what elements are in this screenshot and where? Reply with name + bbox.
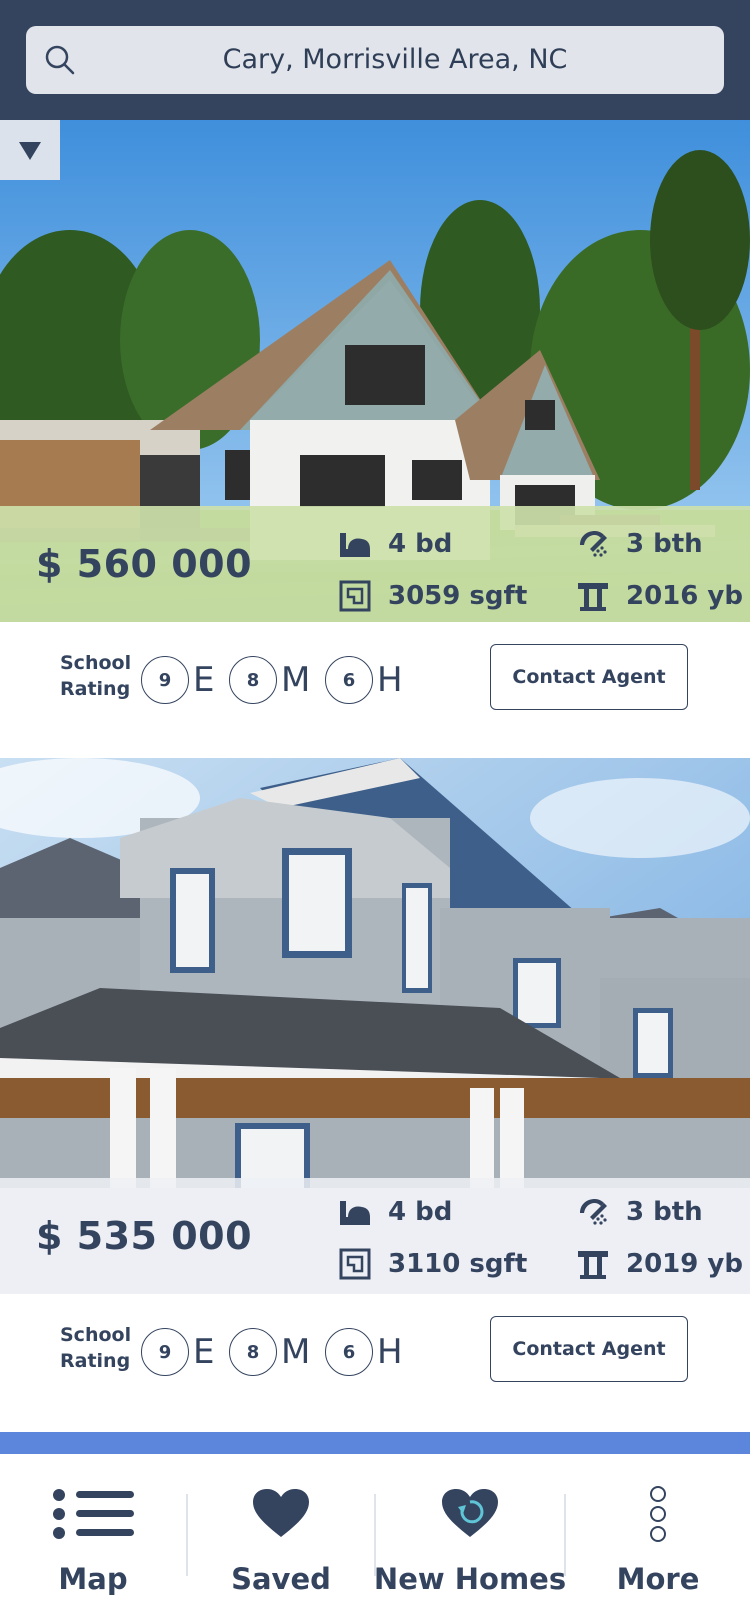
shower-icon <box>580 531 607 557</box>
search-query: Cary, Morrisville Area, NC <box>222 44 568 75</box>
rating-high: 6 H <box>325 1328 403 1376</box>
listing-stats: $ 535 000 4 bd 3 bth 3110 sgft 2019 yb <box>0 1178 750 1294</box>
nav-item-more[interactable]: More <box>566 1454 750 1619</box>
filter-dropdown-toggle[interactable] <box>0 120 60 180</box>
search-bar[interactable]: Cary, Morrisville Area, NC <box>26 26 724 94</box>
listing-card[interactable]: $ 560 000 4 bd 3 bth 3059 sgft 2016 yb S… <box>0 120 750 732</box>
shower-icon <box>580 1199 607 1225</box>
app-header: Cary, Morrisville Area, NC <box>0 0 750 120</box>
bed-icon <box>340 1201 370 1225</box>
baths-value: 3 bth <box>626 1197 703 1227</box>
beds-value: 4 bd <box>388 529 453 559</box>
nav-item-new-homes[interactable]: New Homes <box>373 1454 567 1619</box>
listing-price: $ 535 000 <box>36 1214 253 1258</box>
school-rating-label: School Rating <box>60 1322 131 1374</box>
year-value: 2016 yb <box>626 581 743 611</box>
heart-icon <box>253 1489 309 1537</box>
nav-label: More <box>616 1562 700 1596</box>
contact-agent-button[interactable]: Contact Agent <box>490 1316 688 1382</box>
listing-stats: $ 560 000 4 bd 3 bth 3059 sgft 2016 yb <box>0 506 750 622</box>
year-built-icon <box>578 1251 608 1279</box>
nav-accent-bar <box>0 1432 750 1454</box>
rating-level: M <box>281 660 311 700</box>
nav-label: Saved <box>231 1562 331 1596</box>
heart-refresh-icon <box>442 1489 498 1537</box>
school-label-line2: Rating <box>60 1350 131 1372</box>
year-stat: 2019 yb <box>576 1244 743 1284</box>
sqft-value: 3059 sgft <box>388 581 528 611</box>
baths-value: 3 bth <box>626 529 703 559</box>
year-built-icon <box>578 583 608 611</box>
more-vertical-icon <box>650 1486 666 1542</box>
floorplan-icon <box>339 1248 371 1280</box>
listing-card[interactable]: $ 535 000 4 bd 3 bth 3110 sgft 2019 yb S… <box>0 758 750 1432</box>
nav-item-map[interactable]: Map <box>0 1454 186 1619</box>
bed-icon <box>340 533 370 557</box>
floorplan-icon <box>339 580 371 612</box>
sqft-value: 3110 sgft <box>388 1249 528 1279</box>
rating-level: H <box>377 1332 403 1372</box>
year-value: 2019 yb <box>626 1249 743 1279</box>
bottom-nav: Map Saved New Homes More <box>0 1454 750 1619</box>
rating-score: 9 <box>141 656 189 704</box>
sqft-stat: 3059 sgft <box>338 576 527 616</box>
nav-item-saved[interactable]: Saved <box>188 1454 374 1619</box>
sqft-stat: 3110 sgft <box>338 1244 527 1284</box>
rating-score: 8 <box>229 1328 277 1376</box>
rating-level: M <box>281 1332 311 1372</box>
beds-stat: 4 bd <box>338 524 452 564</box>
list-icon <box>53 1489 134 1539</box>
nav-label: Map <box>58 1562 128 1596</box>
beds-value: 4 bd <box>388 1197 453 1227</box>
contact-agent-button[interactable]: Contact Agent <box>490 644 688 710</box>
rating-elementary: 9 E <box>141 656 214 704</box>
school-label-line2: Rating <box>60 678 131 700</box>
rating-score: 6 <box>325 656 373 704</box>
listing-price: $ 560 000 <box>36 542 253 586</box>
rating-score: 9 <box>141 1328 189 1376</box>
rating-middle: 8 M <box>229 1328 310 1376</box>
year-stat: 2016 yb <box>576 576 743 616</box>
rating-middle: 8 M <box>229 656 310 704</box>
rating-level: E <box>193 660 215 700</box>
rating-level: H <box>377 660 403 700</box>
rating-score: 6 <box>325 1328 373 1376</box>
rating-high: 6 H <box>325 656 403 704</box>
baths-stat: 3 bth <box>576 524 703 564</box>
school-label-line1: School <box>60 652 132 674</box>
school-rating-row: School Rating 9 E 8 M 6 H Contact Agent <box>0 622 750 732</box>
rating-elementary: 9 E <box>141 1328 214 1376</box>
baths-stat: 3 bth <box>576 1192 703 1232</box>
nav-label: New Homes <box>373 1562 567 1596</box>
triangle-down-icon <box>19 142 41 160</box>
rating-score: 8 <box>229 656 277 704</box>
school-rating-row: School Rating 9 E 8 M 6 H Contact Agent <box>0 1294 750 1404</box>
school-rating-label: School Rating <box>60 650 131 702</box>
school-label-line1: School <box>60 1324 132 1346</box>
rating-level: E <box>193 1332 215 1372</box>
search-icon <box>45 45 75 75</box>
beds-stat: 4 bd <box>338 1192 452 1232</box>
